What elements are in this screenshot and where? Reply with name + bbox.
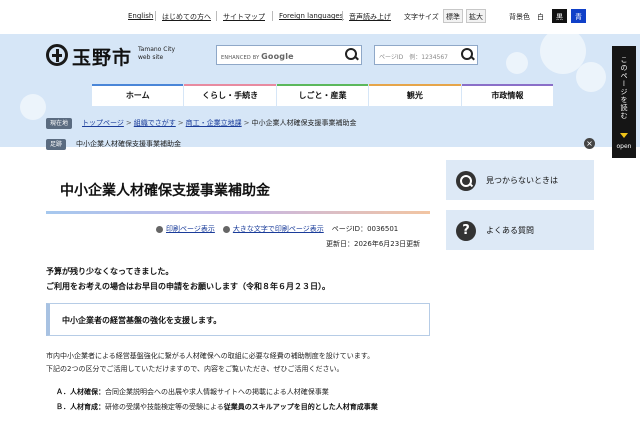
logo-subtitle: Tamano City web site xyxy=(138,46,175,62)
breadcrumb-org[interactable]: 組織でさがす xyxy=(134,118,176,128)
budget-notice: 予算が残り少なくなってきました。 ご利用をお考えの場合はお早目の申請をお願いしま… xyxy=(46,264,330,294)
printer-icon xyxy=(222,225,230,233)
section-heading-text: 中小企業者の経営基盤の強化を支援します。 xyxy=(62,316,222,325)
body-line: 下記の2つの区分でご活用していただけますので、内容をご覧いただき、ぜひご活用くだ… xyxy=(46,365,344,373)
page-id: ページID：0036501 xyxy=(331,225,399,233)
read-aloud-banner[interactable]: このページを読む open xyxy=(612,46,636,158)
breadcrumb-top[interactable]: トップページ xyxy=(82,118,124,128)
breadcrumb-separator: > xyxy=(177,119,184,127)
font-size-label: 文字サイズ xyxy=(404,13,439,21)
arrow-down-icon xyxy=(620,133,628,138)
magnifier-icon xyxy=(456,171,476,191)
breadcrumb-separator: > xyxy=(125,119,132,127)
separator xyxy=(342,11,343,21)
google-brand: Google xyxy=(261,52,294,61)
logo-subtitle-line: web site xyxy=(138,54,164,61)
nav-city-info[interactable]: 市政情報 xyxy=(461,84,554,106)
list-item-text-bold: 従業員のスキルアップを目的とした人材育成事業 xyxy=(223,403,378,411)
english-link[interactable]: English xyxy=(128,12,153,20)
site-search-input[interactable]: ENHANCED BY Google xyxy=(216,45,362,65)
current-location-tag: 現在地 xyxy=(46,117,73,129)
large-print-link[interactable]: 大きな文字で印刷ページ表示 xyxy=(233,224,324,234)
history-trail: 足跡 中小企業人材確保支援事業補助金 xyxy=(46,137,181,151)
not-found-label: 見つからないときは xyxy=(486,176,558,185)
breadcrumb-current: 中小企業人材確保支援事業補助金 xyxy=(251,119,357,127)
list-item-key: Ａ．人材確保： xyxy=(56,388,105,396)
print-page-link[interactable]: 印刷ページ表示 xyxy=(166,224,215,234)
separator xyxy=(216,11,217,21)
faq-card[interactable]: ? よくある質問 xyxy=(446,210,594,250)
list-item: Ｂ．人材育成：研修の受講や技能検定等の受験による従業員のスキルアップを目的とした… xyxy=(56,402,378,412)
breadcrumb-separator: > xyxy=(243,119,250,127)
sitemap-link[interactable]: サイトマップ xyxy=(223,12,265,22)
bg-blue-button[interactable]: 青 xyxy=(571,9,586,23)
search-icon[interactable] xyxy=(343,47,359,63)
history-tag: 足跡 xyxy=(46,138,67,150)
list-item-text: 研修の受講や技能検定等の受験による xyxy=(105,403,224,411)
site-header: 玉野市 Tamano City web site ENHANCED BY Goo… xyxy=(0,34,640,147)
faq-label: よくある質問 xyxy=(486,226,534,235)
list-item: Ａ．人材確保：合同企業説明会への出展や求人情報サイトへの掲載による人材確保事業 xyxy=(56,387,329,397)
updated-date: 更新日：2026年6月23日更新 xyxy=(326,240,421,248)
title-divider xyxy=(46,211,430,214)
close-icon[interactable]: × xyxy=(584,138,595,149)
site-logo[interactable]: 玉野市 xyxy=(72,43,132,70)
bg-white-button[interactable]: 白 xyxy=(537,12,544,22)
google-prefix: ENHANCED BY xyxy=(221,55,260,61)
page-title: 中小企業人材確保支援事業補助金 xyxy=(60,183,270,199)
nav-living[interactable]: くらし・手続き xyxy=(184,84,276,106)
bg-black-button[interactable]: 黒 xyxy=(552,9,567,23)
list-item-key: Ｂ．人材育成： xyxy=(56,403,105,411)
flower-decoration xyxy=(576,62,606,92)
google-branding: ENHANCED BY Google xyxy=(221,52,294,61)
question-icon: ? xyxy=(456,221,476,241)
notice-line: 予算が残り少なくなってきました。 xyxy=(46,267,174,276)
page-tools: 印刷ページ表示 大きな文字で印刷ページ表示 ページID：0036501 xyxy=(156,224,398,234)
bg-color-label: 背景色 xyxy=(509,13,530,21)
utility-bar: English はじめての方へ サイトマップ Foreign languages… xyxy=(0,0,640,34)
breadcrumb-dept[interactable]: 商工・企業立地課 xyxy=(186,118,242,128)
nav-tourism[interactable]: 観光 xyxy=(369,84,461,106)
first-time-link[interactable]: はじめての方へ xyxy=(162,12,211,22)
nav-home[interactable]: ホーム xyxy=(92,84,184,106)
body-line: 市内中小企業者による経営基盤強化に繋がる人材確保への取組に必要な経費の補助制度を… xyxy=(46,352,375,360)
page-id-placeholder: ページID 例：1234567 xyxy=(379,54,448,61)
history-item: 中小企業人材確保支援事業補助金 xyxy=(76,140,182,148)
page-id-input[interactable]: ページID 例：1234567 xyxy=(374,45,478,65)
flower-decoration xyxy=(20,94,46,120)
read-aloud-open[interactable]: open xyxy=(614,143,634,150)
breadcrumb: 現在地 トップページ > 組織でさがす > 商工・企業立地課 > 中小企業人材確… xyxy=(46,116,357,130)
logo-subtitle-line: Tamano City xyxy=(138,46,176,53)
nav-business[interactable]: しごと・産業 xyxy=(276,84,369,106)
search-icon[interactable] xyxy=(459,47,475,63)
font-large-button[interactable]: 拡大 xyxy=(466,9,486,23)
notice-line: ご利用をお考えの場合はお早目の申請をお願いします（令和８年６月２３日）。 xyxy=(46,282,330,291)
section-heading: 中小企業者の経営基盤の強化を支援します。 xyxy=(46,303,430,336)
main-nav: ホーム くらし・手続き しごと・産業 観光 市政情報 xyxy=(92,84,554,106)
read-aloud-link[interactable]: 音声読み上げ xyxy=(349,12,391,22)
foreign-languages-link[interactable]: Foreign languages xyxy=(279,12,343,20)
flower-decoration xyxy=(506,52,528,74)
not-found-card[interactable]: 見つからないときは xyxy=(446,160,594,200)
list-item-text: 合同企業説明会への出展や求人情報サイトへの掲載による人材確保事業 xyxy=(105,388,329,396)
printer-icon xyxy=(156,225,163,233)
separator xyxy=(155,11,156,21)
body-paragraph: 市内中小企業者による経営基盤強化に繋がる人材確保への取組に必要な経費の補助制度を… xyxy=(46,350,374,376)
font-standard-button[interactable]: 標準 xyxy=(443,9,463,23)
separator xyxy=(272,11,273,21)
read-aloud-text: このページを読む xyxy=(620,56,628,120)
city-emblem-icon[interactable] xyxy=(46,44,68,66)
